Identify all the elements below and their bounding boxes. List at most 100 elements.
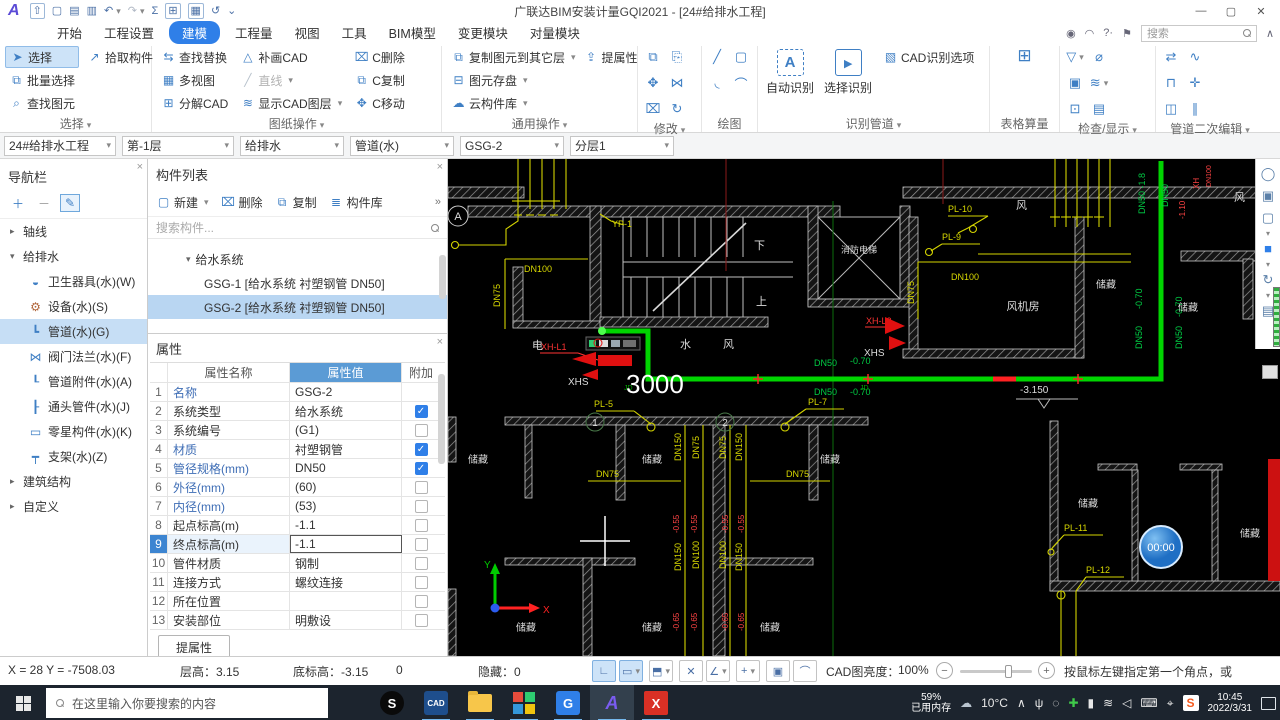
property-row[interactable]: 1 名称 GSG-2 xyxy=(150,383,445,402)
nav-item-pipe-accessory[interactable]: ┖ 管道附件(水)(A) xyxy=(0,369,147,394)
redo-icon[interactable]: ↷ xyxy=(128,4,145,18)
shaded-box-icon[interactable]: ■ xyxy=(1264,238,1272,259)
property-row[interactable]: 5 管径规格(mm) DN50 xyxy=(150,459,445,478)
tab-project-settings[interactable]: 工程设置 xyxy=(93,23,165,42)
keyboard-icon[interactable]: ⌨ xyxy=(1140,696,1157,710)
point-snap-icon[interactable]: + xyxy=(736,660,760,682)
nav-remove-icon[interactable]: － xyxy=(34,194,54,212)
component-search-input[interactable]: 搜索构件... xyxy=(148,217,447,239)
property-row[interactable]: 2 系统类型 给水系统 xyxy=(150,402,445,421)
tab-quantity[interactable]: 工程量 xyxy=(224,23,284,42)
minimize-button[interactable]: — xyxy=(1186,5,1216,18)
tab-change-module[interactable]: 变更模块 xyxy=(447,23,519,42)
tab-modeling[interactable]: 建模 xyxy=(169,21,221,44)
property-row[interactable]: 4 材质 衬塑钢管 xyxy=(150,440,445,459)
specialty-dropdown[interactable]: 给排水 xyxy=(240,135,344,156)
bell-icon[interactable]: ◌ xyxy=(1052,696,1059,710)
attach-checkbox[interactable] xyxy=(414,613,428,627)
nav-item-equipment[interactable]: ⚙ 设备(水)(S) xyxy=(0,294,147,319)
pin-icon[interactable]: ⌖ xyxy=(1167,696,1174,711)
new-component-button[interactable]: ▢ 新建 xyxy=(154,191,211,213)
group-label-identify-pipe[interactable]: 识别管道 xyxy=(763,115,984,132)
help-icon[interactable]: ?· xyxy=(1103,27,1113,39)
award-icon[interactable]: ⚑ xyxy=(1122,27,1132,40)
layer-dropdown[interactable]: 分层1 xyxy=(570,135,674,156)
tab-bim-model[interactable]: BIM模型 xyxy=(378,23,447,42)
draw-pipe-icon[interactable]: ◟ xyxy=(707,73,727,93)
component-list-scrollbar[interactable] xyxy=(439,255,446,299)
draw-line-icon[interactable]: ╱ xyxy=(707,47,727,67)
paste-icon[interactable]: ⎘ xyxy=(667,47,687,67)
pipe-cross-icon[interactable]: ✛ xyxy=(1185,73,1205,93)
cad-identify-options-button[interactable]: ▧ CAD识别选项 xyxy=(879,46,978,68)
pick-component-button[interactable]: ↗ 拾取构件 xyxy=(83,46,157,68)
taskbar-app-gtj[interactable]: G xyxy=(546,685,590,720)
orbit-view-icon[interactable]: ◯ xyxy=(1261,163,1276,184)
weather-icon[interactable]: ☁ xyxy=(960,696,972,710)
ortho-toggle-icon[interactable]: ∟ xyxy=(592,660,616,682)
start-button[interactable] xyxy=(0,685,46,720)
image-toggle-icon[interactable]: ▣ xyxy=(766,660,790,682)
component-group-water[interactable]: ▾ 给水系统 xyxy=(148,247,447,271)
project-dropdown[interactable]: 24#给排水工程 xyxy=(4,135,116,156)
copy-to-other-floor-button[interactable]: ⧉ 复制图元到其它层 xyxy=(447,46,580,68)
pipe-split-icon[interactable]: ◫ xyxy=(1161,99,1181,119)
property-row[interactable]: 7 内径(mm) (53) xyxy=(150,497,445,516)
attach-checkbox[interactable] xyxy=(414,480,428,494)
group-label-modify[interactable]: 修改 xyxy=(643,120,696,137)
group-label-pipe-edit[interactable]: 管道二次编辑 xyxy=(1161,120,1259,137)
property-row[interactable]: 6 外径(mm) (60) xyxy=(150,478,445,497)
properties-scrollbar[interactable] xyxy=(438,374,445,464)
c-delete-button[interactable]: ⌧ C删除 xyxy=(350,46,409,68)
cloud-library-button[interactable]: ☁ 云构件库 xyxy=(447,92,642,114)
pipe-wave-icon[interactable]: ∿ xyxy=(1185,47,1205,67)
component-item-gsg2[interactable]: GSG-2 [给水系统 衬塑钢管 DN50] xyxy=(148,295,447,319)
patch-cad-button[interactable]: △ 补画CAD xyxy=(236,46,346,68)
line-button[interactable]: ╱ 直线 xyxy=(236,69,346,91)
component-library-button[interactable]: ≣ 构件库 xyxy=(327,191,385,213)
qat-overflow-icon[interactable]: ⌄ xyxy=(227,4,236,18)
picture-icon[interactable]: ▦ xyxy=(187,3,204,19)
nav-item-pipe[interactable]: ┗ 管道(水)(G) xyxy=(0,319,147,344)
attach-checkbox[interactable] xyxy=(414,518,428,532)
measure-icon[interactable]: ⌀ xyxy=(1089,47,1109,67)
snap-cross-icon[interactable]: ✕ xyxy=(679,660,703,682)
taskbar-app-store[interactable] xyxy=(502,685,546,720)
publish-icon[interactable]: ⇧ xyxy=(29,3,45,19)
brightness-slider[interactable] xyxy=(960,665,1032,678)
property-row[interactable]: 3 系统编号 (G1) xyxy=(150,421,445,440)
component-list-close-icon[interactable] xyxy=(437,161,443,173)
view-3d-icon[interactable]: ▣ xyxy=(1262,185,1274,206)
floor-dropdown[interactable]: 第-1层 xyxy=(122,135,234,156)
nav-item-support[interactable]: ┯ 支架(水)(Z) xyxy=(0,444,147,469)
ribbon-search-input[interactable]: 搜索 xyxy=(1140,24,1257,42)
chevron-down-icon[interactable]: ▾ xyxy=(1266,229,1270,238)
attach-checkbox[interactable] xyxy=(414,404,428,418)
auto-identify-button[interactable]: A 自动识别 xyxy=(763,46,817,115)
user-icon[interactable]: ◉ xyxy=(1066,27,1076,40)
slider-handle[interactable] xyxy=(1004,665,1012,678)
chevron-down-icon[interactable]: ▾ xyxy=(1266,291,1270,300)
nav-item-fitting[interactable]: ┠ 通头管件(水)(J) xyxy=(0,394,147,419)
rotate-view-icon[interactable]: ↻ xyxy=(1263,269,1274,290)
select-identify-button[interactable]: ▸ 选择识别 xyxy=(821,46,875,115)
legend-icon[interactable]: ▤ xyxy=(1089,99,1109,119)
save-element-button[interactable]: ⊟ 图元存盘 xyxy=(447,69,642,91)
attach-checkbox[interactable] xyxy=(414,556,428,570)
mirror-icon[interactable]: ⋈ xyxy=(667,73,687,93)
sync-icon[interactable]: ↺ xyxy=(211,4,220,18)
pipe-parallel-icon[interactable]: ∥ xyxy=(1185,99,1205,119)
properties-close-icon[interactable] xyxy=(437,336,443,348)
pipe-swap-icon[interactable]: ⇄ xyxy=(1161,47,1181,67)
microphone-icon[interactable]: ψ xyxy=(1035,696,1044,710)
group-label-sheet-ops[interactable]: 图纸操作 xyxy=(157,115,436,132)
c-copy-button[interactable]: ⧉ C复制 xyxy=(350,69,409,91)
nav-group-structure[interactable]: ▸ 建筑结构 xyxy=(0,469,147,494)
taskbar-app-gqi[interactable]: A xyxy=(590,685,634,720)
find-replace-button[interactable]: ⇆ 查找替换 xyxy=(157,46,232,68)
property-row[interactable]: 8 起点标高(m) -1.1 xyxy=(150,516,445,535)
collapse-ribbon-icon[interactable]: ∧ xyxy=(1266,27,1274,40)
tab-start[interactable]: 开始 xyxy=(46,23,93,42)
tab-compare-module[interactable]: 对量模块 xyxy=(519,23,591,42)
component-item-gsg1[interactable]: GSG-1 [给水系统 衬塑钢管 DN50] xyxy=(148,271,447,295)
